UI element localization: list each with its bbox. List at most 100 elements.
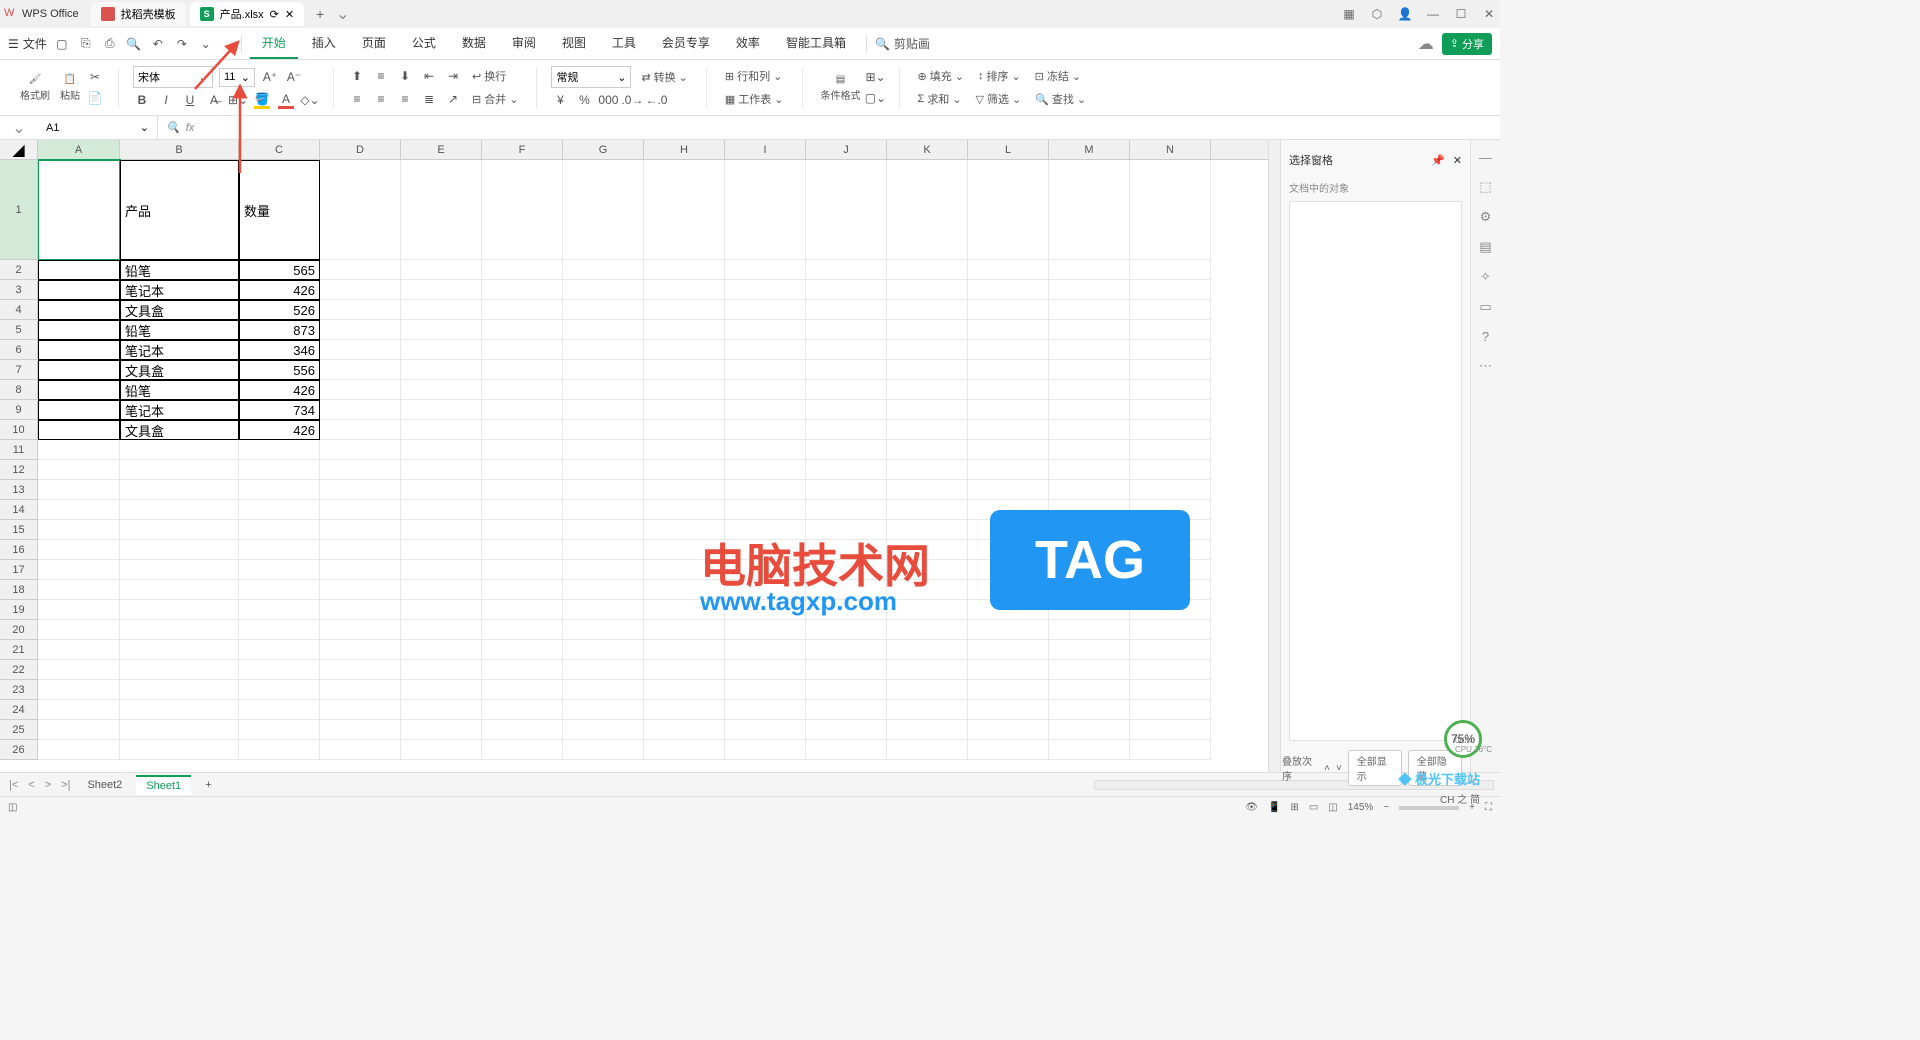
- cell[interactable]: [806, 740, 887, 760]
- cell[interactable]: [482, 480, 563, 500]
- cell[interactable]: [968, 680, 1049, 700]
- cell[interactable]: [968, 740, 1049, 760]
- cell[interactable]: [968, 420, 1049, 440]
- cell[interactable]: [401, 480, 482, 500]
- cell[interactable]: [482, 300, 563, 320]
- row-header[interactable]: 23: [0, 680, 37, 700]
- cell[interactable]: [120, 680, 239, 700]
- cell[interactable]: [1130, 380, 1211, 400]
- cell[interactable]: [644, 460, 725, 480]
- cell[interactable]: [644, 740, 725, 760]
- cell[interactable]: [401, 340, 482, 360]
- tab-refresh-icon[interactable]: ⟳: [270, 8, 279, 21]
- cell[interactable]: [968, 380, 1049, 400]
- cell[interactable]: [1049, 280, 1130, 300]
- cell[interactable]: [239, 600, 320, 620]
- cell[interactable]: [563, 320, 644, 340]
- cell[interactable]: [806, 540, 887, 560]
- col-header[interactable]: B: [120, 140, 239, 159]
- cell[interactable]: [401, 700, 482, 720]
- align-top-icon[interactable]: ⬆: [348, 67, 366, 85]
- cell[interactable]: [401, 300, 482, 320]
- cell[interactable]: [806, 280, 887, 300]
- cell[interactable]: [968, 580, 1049, 600]
- cell[interactable]: [482, 380, 563, 400]
- minimize-icon[interactable]: —: [1426, 7, 1440, 21]
- menu-ai[interactable]: 智能工具箱: [774, 28, 858, 59]
- row-header[interactable]: 22: [0, 660, 37, 680]
- cell[interactable]: [1049, 660, 1130, 680]
- cell[interactable]: 文具盒: [120, 420, 239, 440]
- cell[interactable]: [320, 420, 401, 440]
- cell[interactable]: [968, 440, 1049, 460]
- move-down-icon[interactable]: ˅: [1336, 763, 1342, 774]
- zoom-out-icon[interactable]: −: [1383, 802, 1389, 813]
- cell[interactable]: [887, 560, 968, 580]
- help-icon[interactable]: ?: [1482, 329, 1489, 344]
- row-header[interactable]: 15: [0, 520, 37, 540]
- cell[interactable]: [482, 680, 563, 700]
- eye-icon[interactable]: 👁: [1245, 802, 1258, 813]
- cell[interactable]: [725, 620, 806, 640]
- next-sheet-icon[interactable]: >: [42, 779, 54, 791]
- cell[interactable]: [563, 340, 644, 360]
- cell[interactable]: [320, 440, 401, 460]
- cell[interactable]: [1130, 640, 1211, 660]
- more-icon[interactable]: ⌄: [199, 37, 213, 51]
- cell[interactable]: [401, 420, 482, 440]
- cell[interactable]: [806, 460, 887, 480]
- tools-icon[interactable]: ✧: [1480, 269, 1491, 285]
- menu-insert[interactable]: 插入: [300, 28, 348, 59]
- cell[interactable]: [725, 560, 806, 580]
- cell[interactable]: [806, 520, 887, 540]
- row-header[interactable]: 4: [0, 300, 37, 320]
- cell[interactable]: [1130, 700, 1211, 720]
- paste-button[interactable]: 📋 粘贴: [56, 72, 84, 104]
- cell[interactable]: [482, 420, 563, 440]
- cell[interactable]: [644, 600, 725, 620]
- cell[interactable]: [563, 380, 644, 400]
- cell[interactable]: [401, 620, 482, 640]
- cell[interactable]: [1049, 400, 1130, 420]
- cell[interactable]: [806, 640, 887, 660]
- cell[interactable]: [401, 560, 482, 580]
- cell[interactable]: 565: [239, 260, 320, 280]
- cell[interactable]: [968, 400, 1049, 420]
- col-header[interactable]: L: [968, 140, 1049, 159]
- cell[interactable]: [968, 280, 1049, 300]
- cell[interactable]: [120, 720, 239, 740]
- col-header[interactable]: J: [806, 140, 887, 159]
- cell[interactable]: [320, 500, 401, 520]
- cell[interactable]: [239, 740, 320, 760]
- cell[interactable]: [968, 340, 1049, 360]
- grid-icon[interactable]: ▦: [1342, 7, 1356, 21]
- cell[interactable]: [482, 620, 563, 640]
- sum-button[interactable]: Σ求和⌄: [914, 89, 966, 109]
- cell[interactable]: [887, 720, 968, 740]
- cell[interactable]: [644, 300, 725, 320]
- cell[interactable]: [482, 400, 563, 420]
- cell[interactable]: [1130, 580, 1211, 600]
- menu-vip[interactable]: 会员专享: [650, 28, 722, 59]
- cell[interactable]: [38, 400, 120, 420]
- new-tab-button[interactable]: +: [308, 2, 332, 26]
- row-header[interactable]: 19: [0, 600, 37, 620]
- cell[interactable]: [1049, 260, 1130, 280]
- cell[interactable]: [887, 400, 968, 420]
- cell[interactable]: [120, 520, 239, 540]
- cell[interactable]: [725, 160, 806, 260]
- row-header[interactable]: 14: [0, 500, 37, 520]
- cell[interactable]: [401, 280, 482, 300]
- cell[interactable]: [1130, 500, 1211, 520]
- menu-formula[interactable]: 公式: [400, 28, 448, 59]
- zoom-slider[interactable]: [1399, 806, 1459, 810]
- cell[interactable]: 526: [239, 300, 320, 320]
- cell[interactable]: [563, 620, 644, 640]
- phone-icon[interactable]: 📱: [1268, 802, 1280, 813]
- row-header[interactable]: 13: [0, 480, 37, 500]
- cell[interactable]: [968, 320, 1049, 340]
- cell[interactable]: [968, 560, 1049, 580]
- cell[interactable]: [563, 260, 644, 280]
- cell[interactable]: [1049, 740, 1130, 760]
- cell[interactable]: [806, 440, 887, 460]
